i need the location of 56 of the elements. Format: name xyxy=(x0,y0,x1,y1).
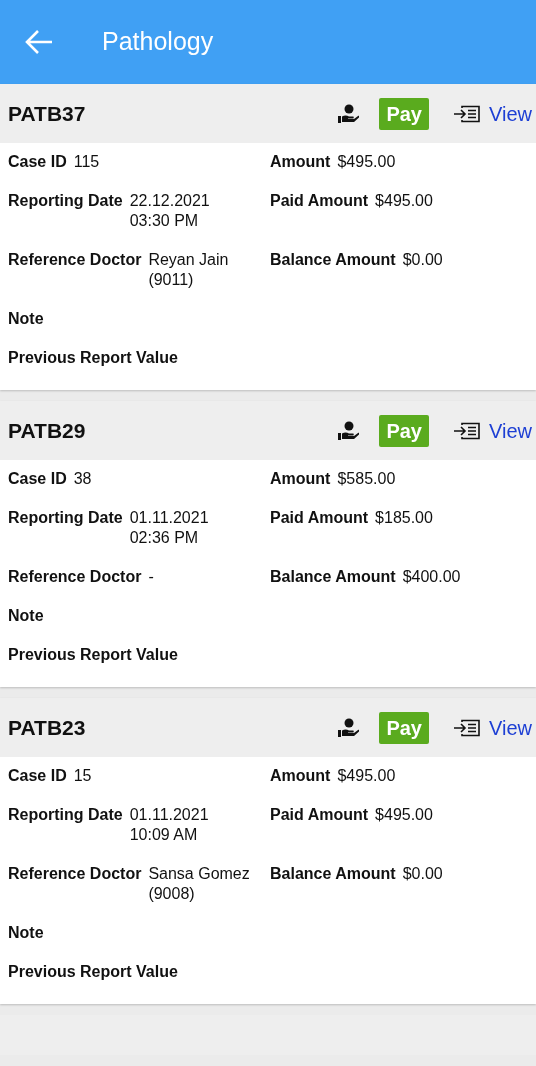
field-value: 38 xyxy=(73,469,92,489)
field-label: Reporting Date xyxy=(8,508,123,528)
field-value: Reyan Jain (9011) xyxy=(148,250,229,290)
field-label: Previous Report Value xyxy=(8,348,178,368)
field-value: $0.00 xyxy=(402,250,443,270)
field-value: - xyxy=(148,567,154,587)
field-label: Previous Report Value xyxy=(8,645,178,665)
field-value: $185.00 xyxy=(375,508,433,528)
hand-coin-icon[interactable] xyxy=(337,420,360,441)
view-link[interactable]: View xyxy=(489,415,532,446)
field-label: Note xyxy=(8,309,44,329)
view-link[interactable]: View xyxy=(489,98,532,129)
field-value: 22.12.2021 03:30 PM xyxy=(129,191,210,231)
field-value: $495.00 xyxy=(375,191,433,211)
back-arrow-icon[interactable] xyxy=(24,29,54,55)
field-label: Amount xyxy=(270,469,331,489)
field-value: $495.00 xyxy=(337,766,396,786)
page-title: Pathology xyxy=(102,26,214,58)
field-label: Paid Amount xyxy=(270,191,369,211)
record-code: PATB37 xyxy=(8,100,86,127)
field-label: Reporting Date xyxy=(8,191,123,211)
field-value: $585.00 xyxy=(337,469,396,489)
field-value: 115 xyxy=(73,152,100,172)
login-list-icon[interactable] xyxy=(453,718,481,737)
field-label: Balance Amount xyxy=(270,250,396,270)
field-label: Reference Doctor xyxy=(8,864,142,884)
field-value: 01.11.2021 10:09 AM xyxy=(129,805,209,845)
hand-coin-icon[interactable] xyxy=(337,103,360,124)
field-value: Sansa Gomez (9008) xyxy=(148,864,250,904)
view-link[interactable]: View xyxy=(489,712,532,743)
field-value: $0.00 xyxy=(402,864,443,884)
field-label: Case ID xyxy=(8,766,67,786)
field-label: Reference Doctor xyxy=(8,567,142,587)
field-label: Amount xyxy=(270,152,331,172)
field-label: Amount xyxy=(270,766,331,786)
field-label: Note xyxy=(8,606,44,626)
hand-coin-icon[interactable] xyxy=(337,717,360,738)
field-value: 01.11.2021 02:36 PM xyxy=(129,508,209,548)
record-code: PATB29 xyxy=(8,417,86,444)
field-label: Note xyxy=(8,923,44,943)
field-label: Previous Report Value xyxy=(8,962,178,982)
field-value: $495.00 xyxy=(375,805,433,825)
login-list-icon[interactable] xyxy=(453,104,481,123)
field-label: Paid Amount xyxy=(270,508,369,528)
field-label: Balance Amount xyxy=(270,864,396,884)
field-label: Paid Amount xyxy=(270,805,369,825)
record-code: PATB23 xyxy=(8,714,86,741)
field-label: Reference Doctor xyxy=(8,250,142,270)
login-list-icon[interactable] xyxy=(453,421,481,440)
field-label: Balance Amount xyxy=(270,567,396,587)
field-label: Case ID xyxy=(8,152,67,172)
field-label: Case ID xyxy=(8,469,67,489)
field-value: 15 xyxy=(73,766,92,786)
field-label: Reporting Date xyxy=(8,805,123,825)
field-value: $400.00 xyxy=(402,567,461,587)
field-value: $495.00 xyxy=(337,152,396,172)
